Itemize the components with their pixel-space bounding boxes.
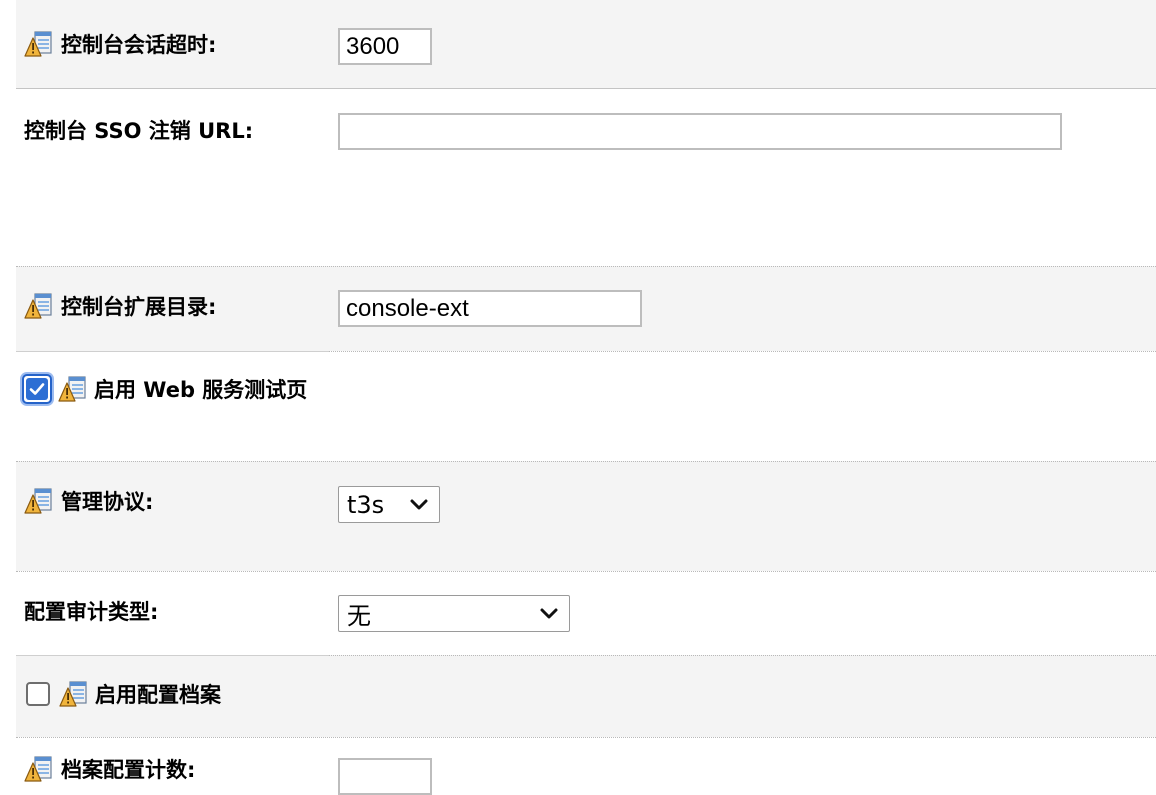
- label-console-sso-logout-url: 控制台 SSO 注销 URL:: [24, 115, 253, 145]
- divider: [16, 655, 329, 656]
- row-admin-protocol: 管理协议: t3s: [16, 461, 1156, 572]
- console-sso-logout-url-text: 控制台 SSO 注销 URL:: [24, 119, 254, 143]
- label-archive-config-count: 档案配置计数:: [24, 754, 195, 784]
- console-sso-logout-url-input[interactable]: [338, 113, 1062, 150]
- config-warning-icon: [24, 291, 54, 321]
- console-session-timeout-text: 控制台会话超时:: [61, 33, 217, 57]
- admin-protocol-select[interactable]: t3s: [338, 486, 440, 523]
- config-warning-icon: [24, 486, 54, 516]
- row-web-service-test-page: 启用 Web 服务测试页: [16, 351, 1156, 462]
- config-archive-text: 启用配置档案: [95, 683, 221, 707]
- label-web-service-test-page: 启用 Web 服务测试页: [22, 374, 307, 404]
- row-console-session-timeout: 控制台会话超时:: [16, 0, 1156, 88]
- web-service-test-page-text: 启用 Web 服务测试页: [94, 378, 308, 402]
- admin-protocol-selected: t3s: [347, 490, 385, 519]
- divider: [16, 351, 329, 352]
- row-config-archive: 启用配置档案: [16, 655, 1156, 737]
- config-warning-icon: [59, 679, 89, 709]
- console-session-timeout-input[interactable]: [338, 28, 432, 65]
- check-icon: [29, 383, 45, 395]
- console-extension-dir-text: 控制台扩展目录:: [61, 295, 217, 319]
- label-config-audit-type: 配置审计类型:: [24, 596, 158, 626]
- config-audit-type-text: 配置审计类型:: [24, 600, 159, 624]
- chevron-down-icon: [540, 608, 558, 618]
- config-warning-icon: [24, 29, 54, 59]
- chevron-down-icon: [410, 499, 428, 509]
- divider: [329, 655, 1156, 656]
- label-console-extension-dir: 控制台扩展目录:: [24, 291, 216, 321]
- config-audit-type-select[interactable]: 无: [338, 595, 570, 632]
- row-console-sso-logout-url: 控制台 SSO 注销 URL:: [16, 88, 1156, 267]
- config-warning-icon: [24, 754, 54, 784]
- label-console-session-timeout: 控制台会话超时:: [24, 29, 216, 59]
- config-warning-icon: [58, 374, 88, 404]
- config-archive-checkbox[interactable]: [26, 682, 50, 706]
- archive-config-count-text: 档案配置计数:: [61, 758, 196, 782]
- row-config-audit-type: 配置审计类型: 无: [16, 571, 1156, 656]
- row-console-extension-dir: 控制台扩展目录:: [16, 266, 1156, 352]
- console-extension-dir-input[interactable]: [338, 290, 642, 327]
- label-config-archive: 启用配置档案: [22, 679, 221, 709]
- admin-protocol-text: 管理协议:: [61, 490, 154, 514]
- label-admin-protocol: 管理协议:: [24, 486, 153, 516]
- row-archive-config-count: 档案配置计数:: [16, 737, 1156, 795]
- config-audit-type-selected: 无: [347, 602, 371, 630]
- web-service-test-page-checkbox[interactable]: [22, 374, 52, 404]
